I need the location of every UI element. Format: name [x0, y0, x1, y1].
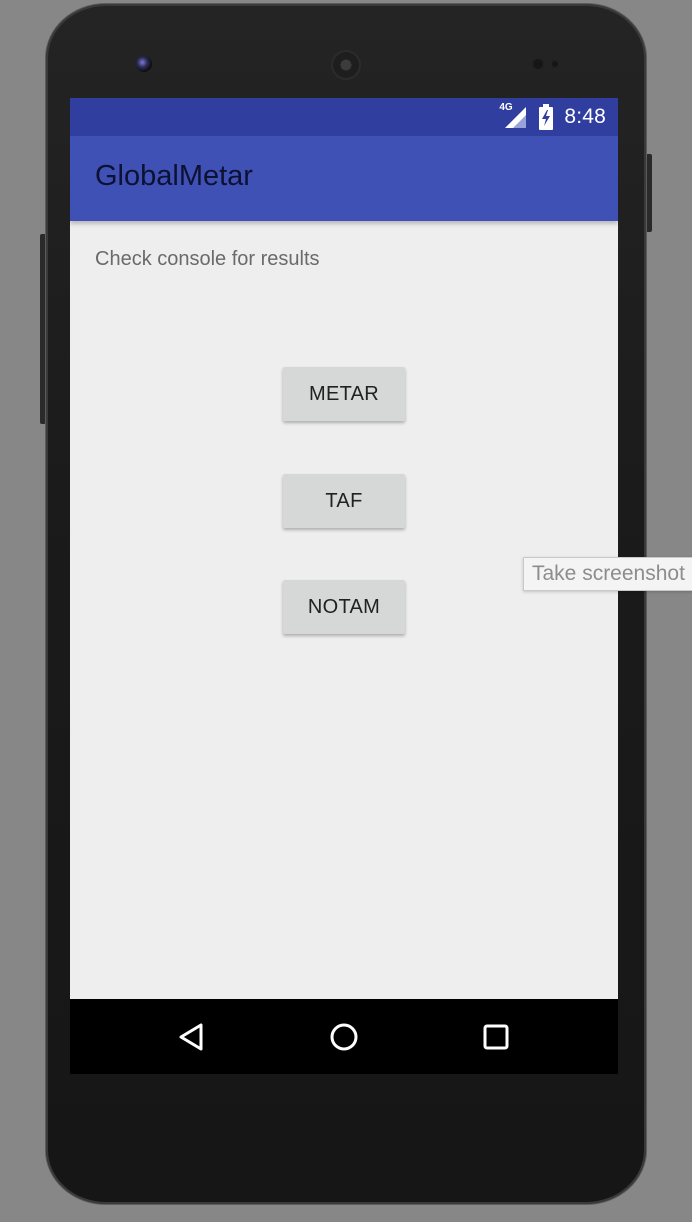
status-bar: 4G 8:48 — [70, 98, 618, 136]
app-title: GlobalMetar — [95, 160, 253, 192]
home-icon[interactable] — [326, 1019, 362, 1055]
navigation-bar — [70, 999, 618, 1074]
network-type-label: 4G — [499, 102, 513, 113]
recents-icon[interactable] — [478, 1019, 514, 1055]
emulator-stage: 4G 8:48 GlobalMetar Check console for re… — [0, 0, 692, 1222]
battery-charging-icon — [538, 104, 554, 130]
console-message: Check console for results — [95, 248, 320, 270]
signal-icon: 4G — [499, 102, 528, 129]
proximity-sensor-icon — [532, 58, 544, 70]
status-icons: 4G 8:48 — [499, 98, 606, 136]
status-clock: 8:48 — [564, 105, 606, 128]
notam-button[interactable]: NOTAM — [283, 580, 405, 634]
take-screenshot-tooltip: Take screenshot — [523, 557, 692, 591]
back-icon[interactable] — [174, 1019, 210, 1055]
earpiece-speaker-icon — [331, 50, 361, 80]
light-sensor-icon — [551, 60, 559, 68]
front-camera-icon — [136, 56, 152, 72]
metar-button[interactable]: METAR — [283, 367, 405, 421]
taf-button[interactable]: TAF — [283, 474, 405, 528]
app-bar: GlobalMetar — [70, 136, 618, 221]
power-button[interactable] — [646, 154, 652, 232]
